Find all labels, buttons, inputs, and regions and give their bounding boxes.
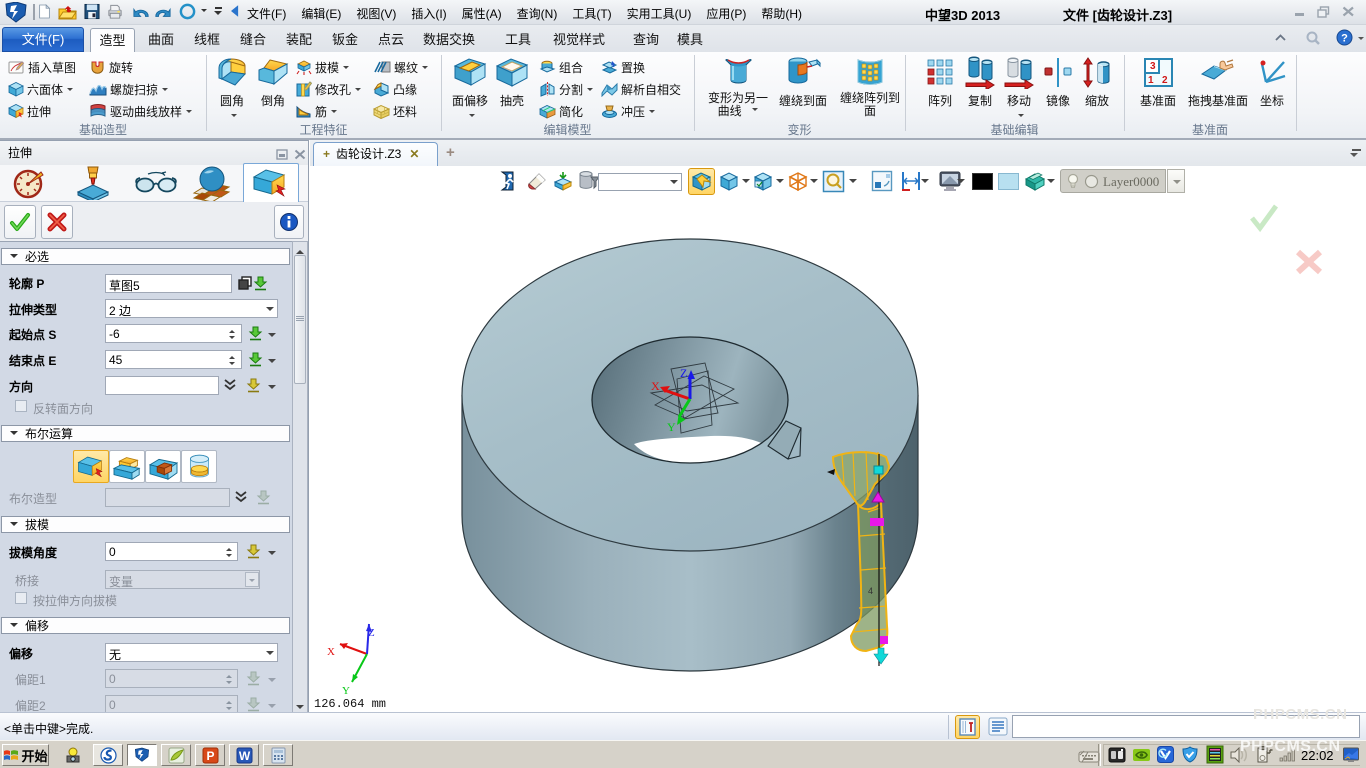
svg-text:126.064 mm: 126.064 mm [314, 697, 386, 711]
svg-text:?: ? [1341, 33, 1348, 45]
svg-text:X: X [327, 646, 335, 658]
svg-text:X: X [651, 379, 660, 393]
svg-text:W: W [238, 749, 250, 763]
svg-text:Z: Z [680, 366, 687, 380]
svg-text:Y: Y [667, 420, 676, 434]
svg-text:P: P [206, 749, 214, 763]
svg-text:Y: Y [342, 685, 350, 697]
svg-text:4: 4 [868, 586, 873, 596]
svg-text:Z: Z [368, 627, 375, 639]
svg-text:2: 2 [1162, 75, 1168, 86]
svg-text:3: 3 [1150, 61, 1156, 72]
svg-text:1: 1 [1148, 75, 1154, 86]
